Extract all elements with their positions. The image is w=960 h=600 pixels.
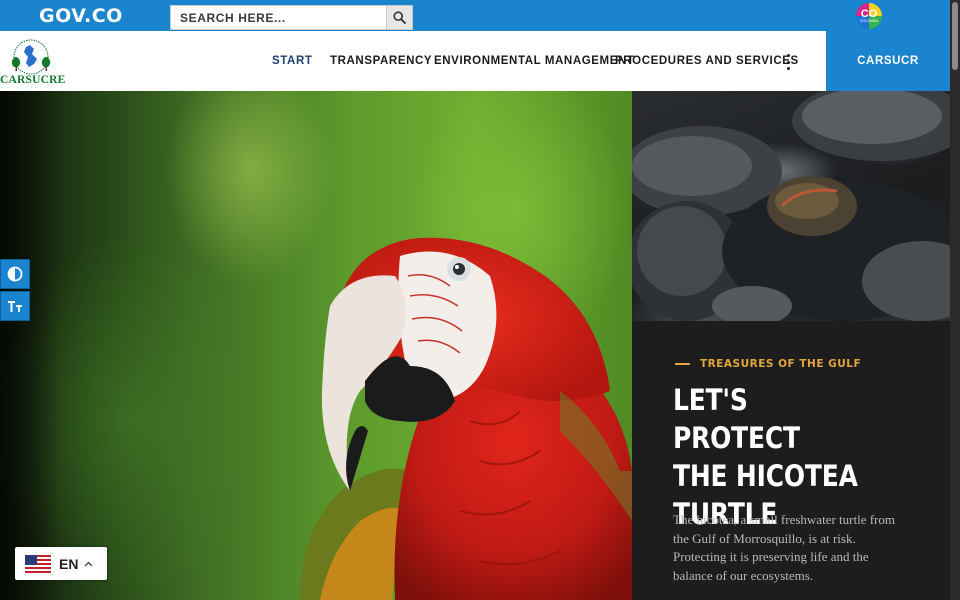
nav-item-transparency[interactable]: TRANSPARENCY: [330, 31, 432, 91]
nav-item-procedures-and-services[interactable]: PROCEDURES AND SERVICES: [615, 31, 799, 91]
cta-button[interactable]: CARSUCR: [826, 31, 950, 91]
scrollbar-thumb[interactable]: [952, 2, 958, 70]
macaw-illustration: [300, 237, 632, 600]
nav-item-environmental-management[interactable]: ENVIRONMENTAL MANAGEMENT: [434, 31, 635, 91]
description-line: the Gulf of Morrosquillo, is at risk.: [673, 530, 856, 546]
nav-link-start[interactable]: START: [272, 55, 312, 67]
brand-logo[interactable]: CARSUCRE: [0, 37, 66, 89]
gov-top-bar: GOV.CO CO COLOMBIA: [0, 0, 950, 31]
side-image-turtles: [632, 91, 950, 321]
headline-line: LET'S PROTECT: [673, 383, 800, 455]
search-box: [170, 5, 413, 30]
description-line: balance of our ecosystems.: [673, 567, 814, 583]
search-button[interactable]: [386, 6, 412, 29]
brand-name: CARSUCRE: [0, 74, 66, 86]
co-badge-subtext: COLOMBIA: [859, 19, 879, 23]
gov-co-logo[interactable]: GOV.CO: [39, 5, 123, 27]
nav-item-start[interactable]: START: [272, 31, 312, 91]
carsucre-emblem-icon: [11, 39, 51, 75]
search-input[interactable]: [171, 6, 387, 29]
eyebrow-text: TREASURES OF THE GULF: [700, 358, 862, 370]
hero-text-panel: TREASURES OF THE GULF LET'S PROTECT THE …: [632, 321, 950, 600]
more-dot: [786, 54, 790, 57]
hero-description: The hicotea, a small freshwater turtle f…: [673, 511, 911, 585]
us-flag-icon: [25, 554, 51, 573]
contrast-icon: [7, 266, 23, 282]
contrast-toggle-button[interactable]: [0, 259, 30, 289]
nav-link-transparency[interactable]: TRANSPARENCY: [330, 55, 432, 67]
co-badge-text: CO: [860, 8, 878, 20]
description-line: Protecting it is preserving life and the: [673, 549, 869, 564]
more-dot: [786, 67, 790, 70]
eyebrow: TREASURES OF THE GULF: [675, 358, 861, 370]
nav-link-environmental-management[interactable]: ENVIRONMENTAL MANAGEMENT: [434, 55, 635, 67]
search-icon: [393, 11, 406, 24]
hero-image-macaw: [0, 91, 632, 600]
more-vertical-icon[interactable]: [782, 54, 794, 70]
page-scrollbar[interactable]: [950, 0, 960, 600]
turtles-illustration: [632, 91, 950, 321]
language-selector[interactable]: EN: [15, 547, 107, 580]
nav-link-procedures-and-services[interactable]: PROCEDURES AND SERVICES: [615, 55, 799, 67]
chevron-up-icon: [84, 561, 93, 566]
more-dot: [786, 60, 790, 64]
description-line: The hicotea, a small freshwater turtle f…: [673, 512, 895, 527]
eyebrow-dash: [675, 363, 690, 365]
text-size-icon: [8, 301, 22, 312]
cta-label: CARSUCR: [857, 55, 919, 67]
headline-line: THE HICOTEA: [673, 459, 858, 493]
colombia-badge-icon[interactable]: CO COLOMBIA: [856, 3, 882, 29]
text-size-button[interactable]: [0, 291, 30, 321]
language-code: EN: [59, 555, 79, 572]
main-header: CARSUCRE START TRANSPARENCY ENVIRONMENTA…: [0, 31, 950, 91]
